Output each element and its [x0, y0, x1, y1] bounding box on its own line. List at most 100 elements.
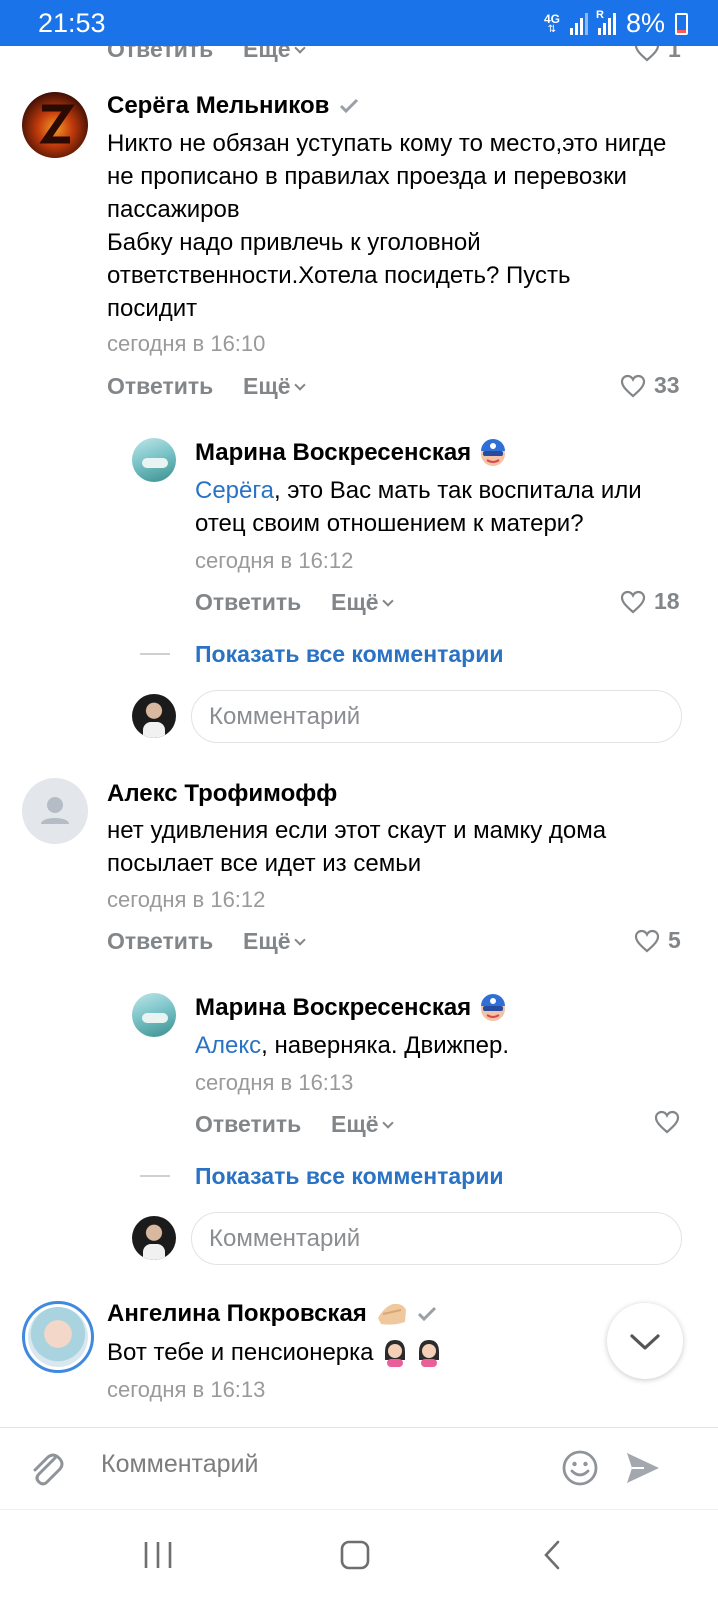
system-navigation-bar [0, 1509, 718, 1600]
chevron-down-icon [630, 1334, 660, 1350]
more-button[interactable]: Ещё [243, 46, 306, 63]
more-button[interactable]: Ещё [331, 589, 394, 616]
back-icon[interactable] [540, 1539, 564, 1571]
status-time: 21:53 [38, 8, 106, 38]
more-label: Ещё [243, 46, 291, 62]
battery-percent: 8% [625, 8, 665, 38]
reply-button[interactable]: Ответить [107, 46, 213, 63]
like-button[interactable]: 18 [620, 588, 680, 615]
avatar[interactable] [132, 438, 176, 482]
like-count: 33 [654, 372, 680, 398]
reply-text: Алекс, наверняка. Движпер. [195, 1029, 690, 1062]
comments-feed[interactable]: Ответить Ещё 1 Серёга Мельников Никто не… [0, 46, 718, 1427]
home-icon[interactable] [339, 1539, 371, 1571]
chevron-down-icon [381, 595, 394, 607]
reply-input[interactable]: Комментарий [191, 690, 682, 743]
more-label: Ещё [331, 1111, 379, 1137]
heart-icon [635, 46, 659, 61]
roaming-signal-icon: R [596, 9, 616, 35]
more-label: Ещё [243, 928, 291, 954]
reply-input-placeholder: Комментарий [209, 1224, 361, 1252]
author-name[interactable]: Ангелина Покровская [107, 1300, 367, 1328]
recents-icon[interactable] [140, 1540, 176, 1570]
network-type-label: 4G [543, 11, 560, 26]
default-user-icon [41, 797, 69, 824]
like-count: 18 [654, 588, 680, 614]
reply-time: сегодня в 16:12 [195, 548, 354, 573]
reply-button[interactable]: Ответить [107, 928, 213, 955]
scroll-to-bottom-button[interactable] [607, 1303, 683, 1379]
comment-text: нет удивления если этот скаут и мамку до… [107, 817, 607, 877]
avatar-image [143, 722, 165, 738]
masked-face-emoji-icon [481, 439, 506, 466]
smile-icon[interactable] [561, 1449, 599, 1487]
avatar[interactable] [22, 778, 88, 844]
author-name[interactable]: Серёга Мельников [107, 92, 329, 120]
roaming-label: R [595, 8, 604, 21]
data-arrows-icon: ⇅ [547, 23, 557, 35]
reply-time: сегодня в 16:13 [195, 1070, 354, 1095]
mention-link[interactable]: Серёга [195, 477, 274, 504]
avatar [28, 1307, 88, 1367]
chevron-down-icon [293, 379, 306, 391]
signal-icon [569, 12, 588, 35]
more-button[interactable]: Ещё [243, 928, 306, 955]
status-indicators: 4G ⇅ R 8% [544, 8, 688, 39]
own-avatar[interactable] [132, 694, 176, 738]
own-avatar[interactable] [132, 1216, 176, 1260]
show-all-comments-link[interactable]: Показать все комментарии [195, 641, 503, 668]
heart-icon [654, 1110, 680, 1134]
comment-time: сегодня в 16:10 [107, 331, 266, 356]
avatar-story-ring[interactable] [22, 1301, 94, 1373]
like-button[interactable]: 5 [634, 927, 681, 954]
woman-emoji-icon [384, 1339, 405, 1367]
status-bar: 21:53 4G ⇅ R 8% [0, 0, 718, 46]
chevron-down-icon [293, 934, 306, 946]
paperclip-icon[interactable] [26, 1448, 66, 1492]
like-button[interactable] [654, 1110, 688, 1134]
author-name[interactable]: Алекс Трофимофф [107, 780, 337, 808]
avatar-image [142, 1013, 168, 1023]
avatar[interactable] [132, 993, 176, 1037]
like-button[interactable]: 1 [634, 46, 681, 63]
masked-face-emoji-icon [481, 994, 506, 1021]
reply-input[interactable]: Комментарий [191, 1212, 682, 1265]
more-label: Ещё [243, 373, 291, 399]
like-button[interactable]: 33 [620, 372, 680, 399]
reply-text-body: , наверняка. Движпер. [261, 1032, 510, 1059]
avatar[interactable] [22, 92, 88, 158]
heart-icon [620, 374, 646, 397]
reply-button[interactable]: Ответить [195, 1111, 301, 1138]
send-icon[interactable] [624, 1450, 662, 1486]
comment-header: Ангелина Покровская [107, 1300, 437, 1328]
more-button[interactable]: Ещё [331, 1111, 394, 1138]
comment-composer: Комментарий [0, 1427, 718, 1509]
comment-text: Никто не обязан уступать кому то место,э… [107, 130, 667, 322]
author-name[interactable]: Марина Воскресенская [195, 994, 471, 1022]
comment-time: сегодня в 16:12 [107, 887, 266, 912]
mention-link[interactable]: Алекс [195, 1032, 261, 1059]
battery-icon [675, 12, 688, 35]
heart-icon [620, 590, 646, 613]
composer-input[interactable]: Комментарий [101, 1450, 258, 1479]
heart-icon [634, 929, 660, 952]
comment-time: сегодня в 16:13 [107, 1377, 266, 1402]
reply-button[interactable]: Ответить [195, 589, 301, 616]
network-type-icon: 4G ⇅ [544, 13, 560, 35]
reply-input-placeholder: Комментарий [209, 702, 361, 730]
chevron-down-icon [293, 46, 306, 54]
more-button[interactable]: Ещё [243, 373, 306, 400]
show-all-comments-link[interactable]: Показать все комментарии [195, 1163, 503, 1190]
reply-header: Марина Воскресенская [195, 438, 507, 468]
comment-text: Вот тебе и пенсионерка [107, 1336, 442, 1369]
verified-check-icon [417, 1306, 436, 1322]
bowing-hands-emoji-icon [377, 1303, 406, 1325]
reply-button[interactable]: Ответить [107, 373, 213, 400]
reply-text: Серёга, это Вас мать так воспитала или о… [195, 474, 690, 540]
author-name[interactable]: Марина Воскресенская [195, 439, 471, 467]
comment-text-body: Вот тебе и пенсионерка [107, 1339, 374, 1366]
z-logo-icon [39, 104, 75, 144]
more-label: Ещё [331, 589, 379, 615]
verified-check-icon [340, 98, 359, 114]
avatar-image [142, 458, 168, 468]
